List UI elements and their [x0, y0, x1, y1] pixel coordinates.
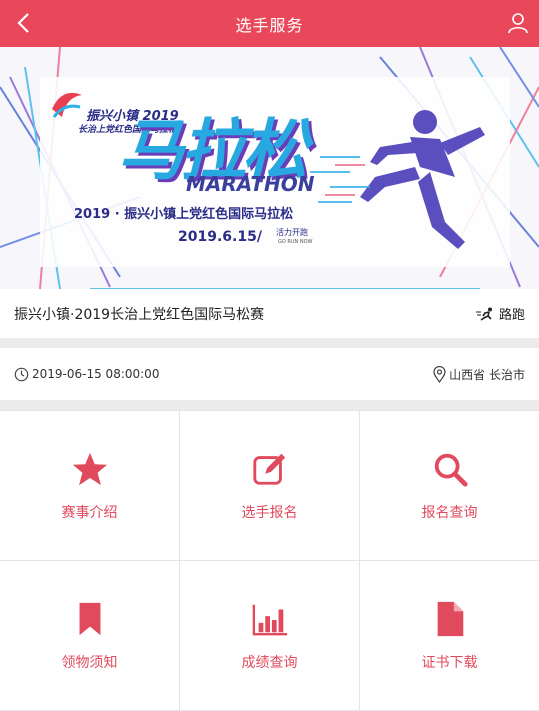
- bookmark-icon: [79, 602, 100, 635]
- grid-item-results-query[interactable]: 成绩查询: [180, 561, 360, 711]
- star-icon: [72, 452, 107, 485]
- app-header: 选手服务: [0, 0, 539, 47]
- grid-item-registration[interactable]: 选手报名: [180, 411, 360, 561]
- event-type-label: 路跑: [498, 308, 525, 323]
- edit-icon: [252, 453, 285, 485]
- event-type: 路跑: [475, 304, 525, 323]
- search-icon: [434, 453, 468, 487]
- banner-tag: 活力开跑: [276, 228, 308, 237]
- location-pin-icon: [433, 365, 446, 383]
- event-datetime-text: 2019-06-15 08:00:00: [32, 367, 160, 381]
- grid-item-label: 证书下载: [421, 654, 478, 671]
- banner-subtitle: 2019 · 振兴小镇上党红色国际马拉松: [74, 207, 294, 222]
- event-name-row: 振兴小镇·2019长治上党红色国际马松赛 路跑: [0, 289, 539, 338]
- section-divider: [0, 400, 539, 410]
- banner-marathon-text: MARATHON: [186, 172, 315, 196]
- event-name: 振兴小镇·2019长治上党红色国际马松赛: [14, 306, 265, 323]
- banner-tag-sub: GO RUN NOW: [278, 239, 313, 245]
- grid-item-label: 报名查询: [421, 504, 478, 521]
- grid-item-label: 成绩查询: [241, 654, 298, 671]
- service-grid: 赛事介绍 选手报名 报名查询 领物须知 成绩查询 证书下载: [0, 410, 539, 711]
- event-info-row: 2019-06-15 08:00:00 山西省 长治市: [0, 348, 539, 400]
- grid-item-pickup-notice[interactable]: 领物须知: [0, 561, 180, 711]
- user-icon[interactable]: [507, 11, 529, 35]
- document-icon: [437, 601, 463, 636]
- event-datetime: 2019-06-15 08:00:00: [14, 367, 159, 382]
- event-location-text: 山西省 长治市: [449, 367, 525, 382]
- section-divider: [0, 338, 539, 348]
- grid-item-label: 领物须知: [61, 654, 118, 671]
- runner-icon: [475, 307, 492, 321]
- event-location[interactable]: 山西省 长治市: [433, 365, 525, 383]
- banner-date: 2019.6.15/: [178, 229, 262, 245]
- page-title: 选手服务: [235, 15, 304, 35]
- event-banner[interactable]: 振兴小镇 2019 长治上党红色国际马拉松 马拉松 MARATHON 2019 …: [0, 47, 539, 289]
- grid-item-event-intro[interactable]: 赛事介绍: [0, 411, 180, 561]
- grid-item-label: 赛事介绍: [61, 504, 118, 521]
- chevron-left-icon[interactable]: [12, 10, 36, 36]
- grid-item-registration-query[interactable]: 报名查询: [360, 411, 539, 561]
- bar-chart-icon: [252, 604, 287, 635]
- clock-icon: [14, 367, 29, 381]
- grid-item-label: 选手报名: [241, 504, 298, 521]
- grid-item-certificate-download[interactable]: 证书下载: [360, 561, 539, 711]
